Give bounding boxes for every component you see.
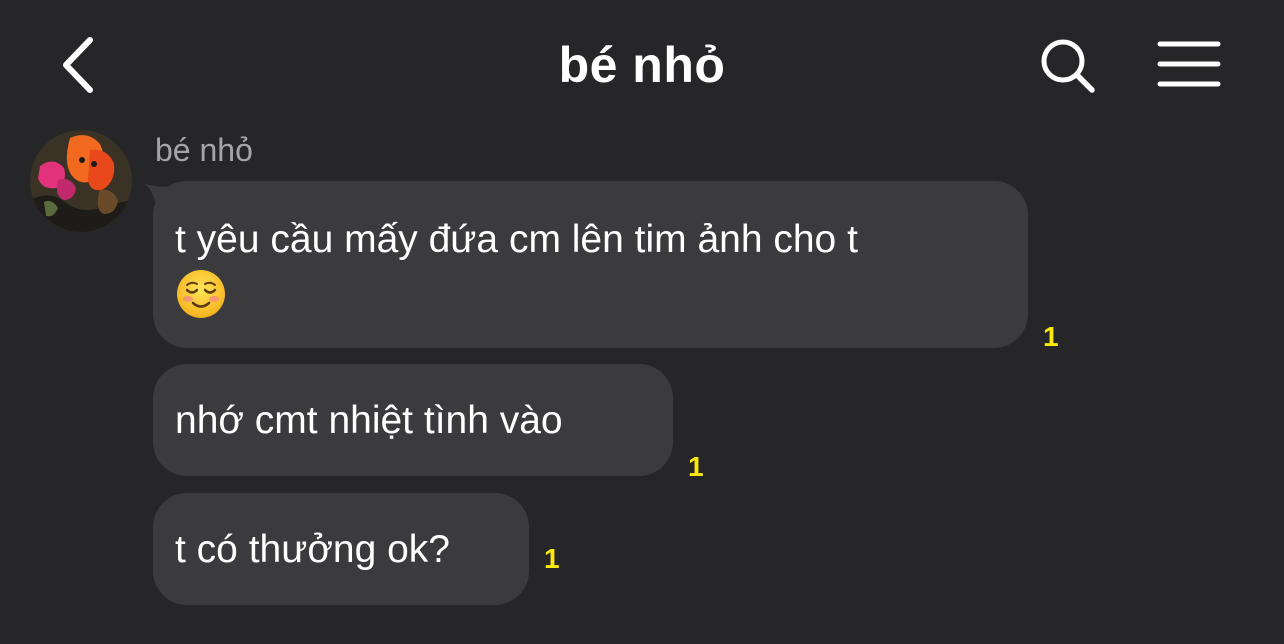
message-bubble[interactable]: t có thưởng ok? [153, 493, 529, 605]
hamburger-menu-icon[interactable] [1156, 38, 1222, 90]
unread-count: 1 [544, 543, 560, 574]
message-bubble[interactable]: nhớ cmt nhiệt tình vào [153, 364, 673, 476]
message-text: nhớ cmt nhiệt tình vào [175, 399, 563, 442]
avatar[interactable] [30, 130, 132, 232]
unread-count: 1 [1043, 321, 1059, 352]
message-text: t yêu cầu mấy đứa cm lên tim ảnh cho t [175, 218, 858, 261]
sender-name: bé nhỏ [155, 132, 253, 168]
chat-header: bé nhỏ [0, 0, 1284, 130]
message-bubble[interactable]: t yêu cầu mấy đứa cm lên tim ảnh cho t [153, 181, 1028, 348]
avatar-image [30, 130, 132, 232]
smiling-face-icon [177, 270, 225, 318]
unread-count: 1 [688, 451, 704, 482]
search-icon[interactable] [1036, 34, 1098, 96]
message-text: t có thưởng ok? [175, 528, 450, 571]
